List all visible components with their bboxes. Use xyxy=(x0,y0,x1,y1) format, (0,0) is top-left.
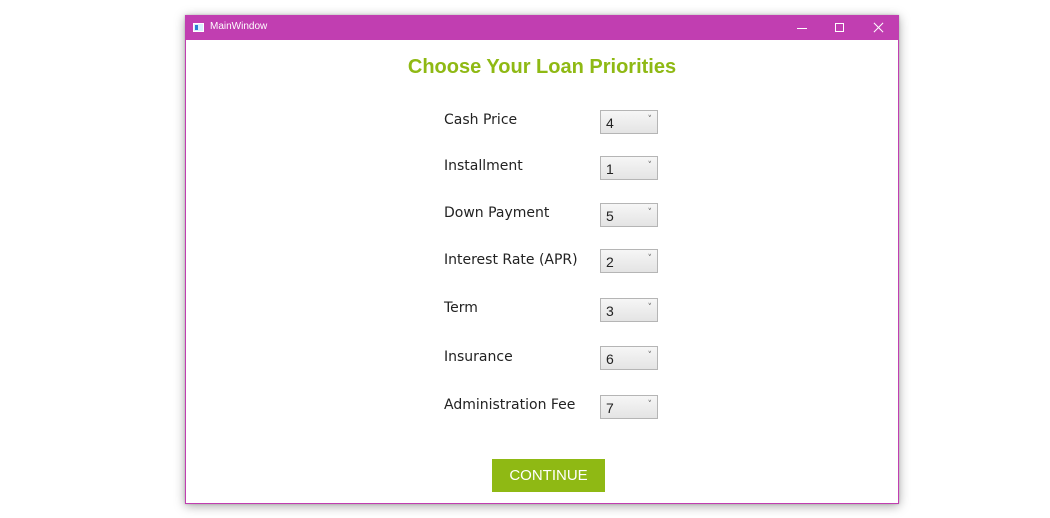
window-title: MainWindow xyxy=(210,21,268,32)
priority-select-installment[interactable]: 1 ˅ xyxy=(600,156,658,180)
priority-label-interest-rate: Interest Rate (APR) xyxy=(444,252,578,268)
chevron-down-icon: ˅ xyxy=(647,115,653,125)
continue-button[interactable]: CONTINUE xyxy=(492,459,605,492)
close-button[interactable] xyxy=(859,16,897,40)
maximize-icon xyxy=(835,23,844,32)
chevron-down-icon: ˅ xyxy=(647,303,653,313)
title-bar[interactable]: MainWindow xyxy=(186,16,898,40)
selected-value: 5 xyxy=(606,208,614,224)
priority-label-insurance: Insurance xyxy=(444,349,513,365)
selected-value: 6 xyxy=(606,351,614,367)
chevron-down-icon: ˅ xyxy=(647,351,653,361)
priority-select-cash-price[interactable]: 4 ˅ xyxy=(600,110,658,134)
app-icon xyxy=(193,23,204,32)
selected-value: 4 xyxy=(606,115,614,131)
minimize-button[interactable] xyxy=(783,16,821,40)
priority-label-installment: Installment xyxy=(444,158,523,174)
chevron-down-icon: ˅ xyxy=(647,161,653,171)
page-title: Choose Your Loan Priorities xyxy=(407,56,677,78)
priority-label-term: Term xyxy=(444,300,478,316)
maximize-button[interactable] xyxy=(821,16,859,40)
main-window: MainWindow Choose Your Loan Priorities C… xyxy=(185,15,899,504)
selected-value: 3 xyxy=(606,303,614,319)
priority-select-interest-rate[interactable]: 2 ˅ xyxy=(600,249,658,273)
selected-value: 7 xyxy=(606,400,614,416)
priority-label-cash-price: Cash Price xyxy=(444,112,518,128)
priority-label-down-payment: Down Payment xyxy=(444,205,550,221)
priority-select-administration-fee[interactable]: 7 ˅ xyxy=(600,395,658,419)
priority-select-term[interactable]: 3 ˅ xyxy=(600,298,658,322)
close-icon xyxy=(873,22,884,33)
selected-value: 2 xyxy=(606,254,614,270)
chevron-down-icon: ˅ xyxy=(647,254,653,264)
selected-value: 1 xyxy=(606,161,614,177)
chevron-down-icon: ˅ xyxy=(647,208,653,218)
chevron-down-icon: ˅ xyxy=(647,400,653,410)
priority-label-administration-fee: Administration Fee xyxy=(444,397,576,413)
priority-select-down-payment[interactable]: 5 ˅ xyxy=(600,203,658,227)
minimize-icon xyxy=(797,28,807,29)
priority-select-insurance[interactable]: 6 ˅ xyxy=(600,346,658,370)
